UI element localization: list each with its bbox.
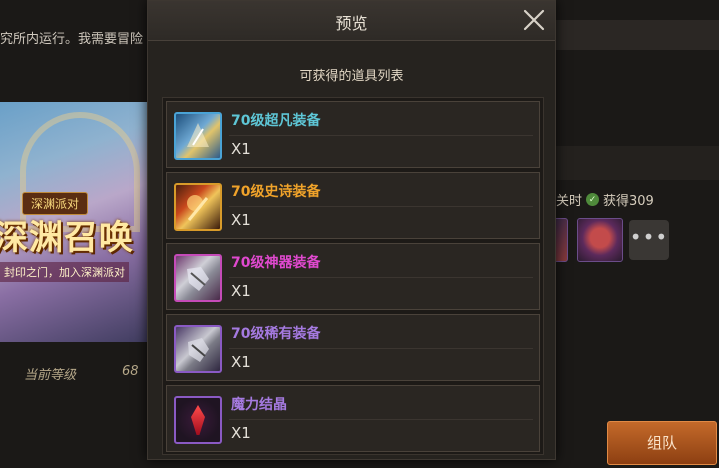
armor-icon bbox=[174, 112, 222, 160]
item-quantity: X1 bbox=[231, 424, 251, 442]
crystal-icon bbox=[174, 396, 222, 444]
stats-prefix: 关时 bbox=[556, 194, 583, 209]
item-name: 魔力结晶 bbox=[231, 397, 287, 413]
list-item[interactable]: 70级稀有装备 X1 bbox=[166, 314, 540, 381]
event-banner[interactable]: 深渊派对 深渊召唤 封印之门，加入深渊派对 bbox=[0, 102, 162, 342]
check-icon: ✓ bbox=[586, 193, 600, 206]
team-button[interactable]: 组队 bbox=[607, 421, 717, 465]
item-name: 70级史诗装备 bbox=[231, 184, 321, 200]
item-name: 70级神器装备 bbox=[231, 255, 321, 271]
list-item[interactable]: 70级神器装备 X1 bbox=[166, 243, 540, 310]
item-divider bbox=[229, 277, 533, 278]
item-name: 70级超凡装备 bbox=[231, 113, 321, 129]
current-level-value: 68 bbox=[122, 364, 139, 379]
item-quantity: X1 bbox=[231, 282, 251, 300]
item-divider bbox=[229, 135, 533, 136]
banner-title: 深渊召唤 bbox=[0, 218, 134, 258]
list-item[interactable]: 70级史诗装备 X1 bbox=[166, 172, 540, 239]
armor-icon bbox=[174, 183, 222, 231]
armor-icon bbox=[174, 325, 222, 373]
reward-stats: 关时 ✓ 获得309 bbox=[556, 190, 654, 209]
banner-subtitle: 封印之门，加入深渊派对 bbox=[0, 262, 129, 282]
item-list-subtitle: 可获得的道具列表 bbox=[299, 69, 404, 84]
modal-title: 预览 bbox=[335, 14, 368, 33]
background-row bbox=[556, 146, 719, 180]
item-quantity: X1 bbox=[231, 211, 251, 229]
armor-icon bbox=[174, 254, 222, 302]
background-top-strip bbox=[556, 20, 719, 50]
item-list[interactable]: 70级超凡装备 X1 70级史诗装备 X1 70级神器装备 X1 70级稀有装备 bbox=[162, 97, 544, 455]
preview-modal: 预览 可获得的道具列表 70级超凡装备 X1 70级史诗装备 X1 70级神器装… bbox=[147, 0, 556, 460]
item-divider bbox=[229, 419, 533, 420]
item-divider bbox=[229, 206, 533, 207]
item-quantity: X1 bbox=[231, 140, 251, 158]
current-level-label: 当前等级 bbox=[24, 368, 77, 383]
close-icon[interactable] bbox=[521, 7, 547, 33]
reward-item-icon[interactable] bbox=[577, 218, 623, 262]
stats-value: 获得309 bbox=[603, 194, 654, 209]
modal-header: 预览 bbox=[148, 1, 555, 41]
item-quantity: X1 bbox=[231, 353, 251, 371]
more-button[interactable]: ••• bbox=[629, 220, 669, 260]
item-divider bbox=[229, 348, 533, 349]
item-name: 70级稀有装备 bbox=[231, 326, 321, 342]
list-item[interactable]: 魔力结晶 X1 bbox=[166, 385, 540, 452]
list-item[interactable]: 70级超凡装备 X1 bbox=[166, 101, 540, 168]
background-intro-text: 究所内运行。我需要冒险 bbox=[0, 32, 144, 47]
crystal-gem-shape bbox=[191, 405, 205, 435]
